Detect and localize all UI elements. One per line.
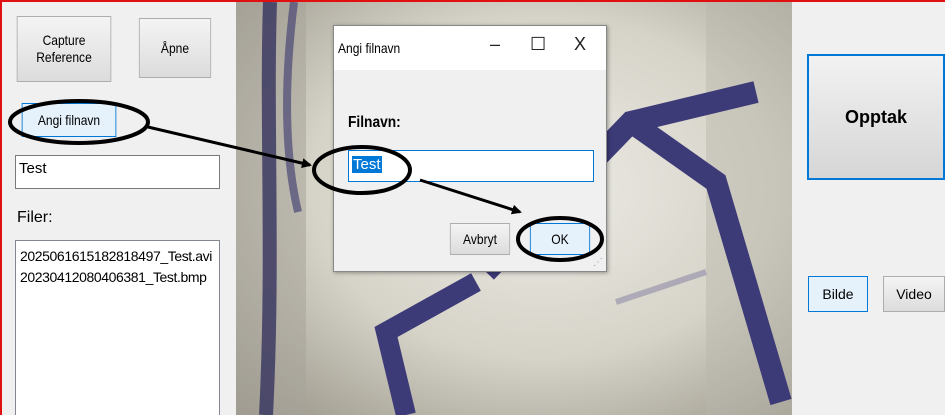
record-button-label: Opptak <box>844 106 907 127</box>
set-filename-button-label: Angi filnavn <box>37 111 101 128</box>
record-button[interactable]: Opptak <box>807 54 945 180</box>
video-mode-button[interactable]: Video <box>883 276 945 312</box>
filename-input[interactable]: Test <box>15 155 220 189</box>
capture-reference-label-line1: Capture <box>42 32 86 48</box>
image-mode-label: Bilde <box>822 285 854 302</box>
ok-button[interactable]: OK <box>529 223 591 255</box>
open-button[interactable]: Åpne <box>138 18 212 78</box>
set-filename-button[interactable]: Angi filnavn <box>21 103 117 137</box>
close-icon[interactable]: X <box>574 34 586 55</box>
image-mode-button[interactable]: Bilde <box>808 276 868 312</box>
dialog-title: Angi filnavn <box>338 40 401 56</box>
list-item[interactable]: 20230412080406381_Test.bmp <box>20 267 215 288</box>
dialog-field-label: Filnavn: <box>348 114 401 131</box>
capture-reference-button[interactable]: Capture Reference <box>16 16 112 82</box>
open-button-label: Åpne <box>160 39 190 56</box>
ok-button-label: OK <box>551 230 569 247</box>
dialog-filename-input[interactable]: Test <box>348 150 594 182</box>
dialog-titlebar[interactable]: Angi filnavn – ☐ X <box>334 26 606 70</box>
files-label: Filer: <box>17 209 53 226</box>
filename-input-value: Test <box>19 160 47 177</box>
maximize-icon[interactable]: ☐ <box>530 34 546 55</box>
list-item[interactable]: 20250616151828184​97_Test.avi <box>20 246 215 267</box>
dialog-filename-value: Test <box>352 156 382 173</box>
cancel-button-label: Avbryt <box>463 230 497 247</box>
capture-reference-label-line2: Reference <box>36 49 92 65</box>
resize-grip-icon[interactable]: ⋰ <box>593 257 603 268</box>
video-mode-label: Video <box>896 285 932 302</box>
cancel-button[interactable]: Avbryt <box>449 223 511 255</box>
file-list[interactable]: 20250616151828184​97_Test.avi 2023041208… <box>15 240 220 415</box>
filename-dialog: Angi filnavn – ☐ X Filnavn: Test Avbryt … <box>333 25 607 272</box>
minimize-icon[interactable]: – <box>490 34 500 55</box>
